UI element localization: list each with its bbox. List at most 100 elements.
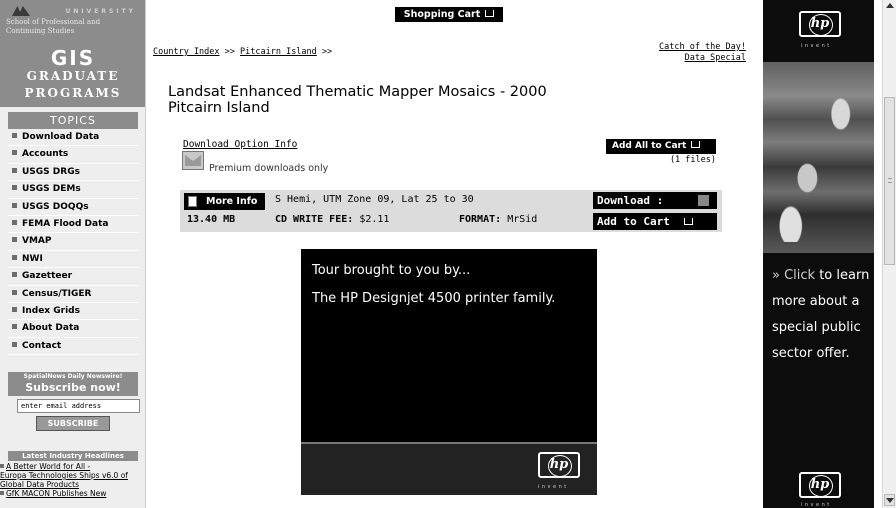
logo-university: UNIVERSITY xyxy=(65,8,136,15)
bullet-icon xyxy=(12,219,17,225)
newswire-heading: SpatialNews Daily Newswire! Subscribe no… xyxy=(8,372,138,396)
catch-of-the-day-link[interactable]: Catch of the Day! xyxy=(659,42,746,53)
bullet-icon xyxy=(12,324,17,330)
hp-logo-text: hp xyxy=(810,16,830,31)
headline-link[interactable]: GfK MACON Publishes New xyxy=(6,489,106,498)
bullet-icon xyxy=(0,491,4,495)
logo-school: School of Professional and Continuing St… xyxy=(6,18,101,35)
format-label: FORMAT: xyxy=(459,214,502,225)
hp-invent-text: invent xyxy=(801,502,832,508)
download-label: Download : xyxy=(597,194,664,207)
item-format: FORMAT: MrSid xyxy=(459,214,537,225)
format-value: MrSid xyxy=(507,214,538,225)
topic-label: Download Data xyxy=(22,132,100,142)
add-all-to-cart-button[interactable]: Add All to Cart xyxy=(606,139,716,154)
topic-usgs-doqqs[interactable]: USGS DOQQs xyxy=(8,199,138,216)
more-info-button[interactable]: More Info xyxy=(184,193,265,210)
topic-label: About Data xyxy=(22,323,80,334)
bullet-icon xyxy=(12,306,17,312)
topic-census-tiger[interactable]: Census/TIGER xyxy=(8,286,138,303)
fee-value: $2.11 xyxy=(359,214,390,225)
ad-line-1: Tour brought to you by... xyxy=(312,263,471,278)
download-button[interactable]: Download : xyxy=(593,192,717,209)
page-title: Landsat Enhanced Thematic Mapper Mosaics… xyxy=(168,84,608,116)
topic-fema-flood-data[interactable]: FEMA Flood Data xyxy=(8,216,138,234)
hp-logo-icon: hp xyxy=(799,11,841,37)
gis-graduate-programs-logo[interactable]: UNIVERSITY School of Professional and Co… xyxy=(0,0,145,107)
aerial-river-photo xyxy=(763,62,874,253)
headline-item: GfK MACON Publishes New xyxy=(0,489,145,498)
grip-icon xyxy=(888,178,892,183)
topic-label: VMAP xyxy=(22,236,52,247)
bullet-icon xyxy=(12,254,17,260)
hp-logo-icon: hp xyxy=(799,472,841,498)
topic-nwi[interactable]: NWI xyxy=(8,251,138,269)
topic-index-grids[interactable]: Index Grids xyxy=(8,303,138,321)
bullet-icon xyxy=(12,133,17,138)
catch-of-the-day: Catch of the Day! Data Special xyxy=(659,42,746,64)
topic-usgs-drgs[interactable]: USGS DRGs xyxy=(8,164,138,182)
topic-about-data[interactable]: About Data xyxy=(8,320,138,338)
topic-usgs-dems[interactable]: USGS DEMs xyxy=(8,181,138,199)
logo-graduate-programs: Graduate Programs xyxy=(0,68,145,102)
hp-side-banner-ad[interactable]: hp invent » Click to learn more about a … xyxy=(763,0,874,508)
breadcrumb-country-index[interactable]: Country Index xyxy=(153,47,220,57)
topics-nav: Download Data Accounts USGS DRGs USGS DE… xyxy=(8,129,138,356)
add-to-cart-label: Add to Cart xyxy=(597,215,670,228)
email-input[interactable] xyxy=(17,399,140,413)
headlines-list: A Better World for All - Europa Technolo… xyxy=(0,462,145,498)
download-option-info-link[interactable]: Download Option Info xyxy=(183,139,297,150)
data-special-link[interactable]: Data Special xyxy=(659,53,746,64)
document-icon xyxy=(188,196,197,207)
subscribe-button[interactable]: SUBSCRIBE xyxy=(36,416,110,431)
breadcrumb-pitcairn-island[interactable]: Pitcairn Island xyxy=(240,47,317,57)
hp-logo-icon: hp xyxy=(538,452,580,478)
files-count: (1 files) xyxy=(669,155,716,165)
topic-label: Gazetteer xyxy=(22,271,73,282)
topic-accounts[interactable]: Accounts xyxy=(8,146,138,164)
scrollbar-thumb[interactable] xyxy=(884,97,895,265)
bullet-icon xyxy=(0,464,4,468)
topic-label: USGS DOQQs xyxy=(22,201,89,212)
premium-downloads-note: Premium downloads only xyxy=(209,163,329,174)
headline-item: A Better World for All - xyxy=(0,462,145,471)
headline-link[interactable]: Europa Technologies Ships v6.0 of Global… xyxy=(0,471,128,489)
ad-logo-band: hp invent xyxy=(301,442,597,495)
download-item-row: More Info S Hemi, UTM Zone 09, Lat 25 to… xyxy=(180,190,722,232)
topic-download-data[interactable]: Download Data xyxy=(8,129,138,147)
vertical-scrollbar[interactable] xyxy=(882,0,896,508)
shopping-cart-button[interactable]: Shopping Cart xyxy=(395,7,503,22)
item-description: S Hemi, UTM Zone 09, Lat 25 to 30 xyxy=(275,194,474,205)
bullet-icon xyxy=(12,341,17,347)
topic-label: NWI xyxy=(22,253,43,264)
bullet-icon xyxy=(12,150,17,156)
topic-gazetteer[interactable]: Gazetteer xyxy=(8,268,138,286)
bullet-icon xyxy=(12,185,17,191)
headline-link[interactable]: A Better World for All - xyxy=(6,462,90,471)
hp-designjet-ad[interactable]: Tour brought to you by... The HP Designj… xyxy=(301,249,597,495)
click-link[interactable]: » Click xyxy=(772,268,815,283)
bullet-icon xyxy=(12,289,17,295)
banner-text: » Click to learn more about a special pu… xyxy=(772,263,872,367)
fee-label: CD WRITE FEE: xyxy=(275,214,354,225)
topic-label: USGS DRGs xyxy=(22,166,80,177)
scroll-down-arrow-icon[interactable] xyxy=(884,494,895,506)
topic-contact[interactable]: Contact xyxy=(8,338,138,356)
topic-vmap[interactable]: VMAP xyxy=(8,233,138,251)
scroll-up-arrow-icon[interactable] xyxy=(886,3,894,8)
hp-logo-text: hp xyxy=(810,477,830,492)
breadcrumb-separator: >> xyxy=(316,47,333,57)
more-info-label: More Info xyxy=(206,196,258,207)
topic-label: Index Grids xyxy=(22,305,80,316)
topic-label: FEMA Flood Data xyxy=(22,218,109,229)
hp-invent-text: invent xyxy=(801,43,832,49)
add-to-cart-button[interactable]: Add to Cart xyxy=(593,213,717,230)
bullet-icon xyxy=(12,237,17,243)
bullet-icon xyxy=(12,272,17,278)
ad-line-2: The HP Designjet 4500 printer family. xyxy=(312,291,556,306)
item-cd-write-fee: CD WRITE FEE: $2.11 xyxy=(275,214,389,225)
topic-label: Census/TIGER xyxy=(22,288,92,299)
topic-label: Accounts xyxy=(22,149,69,160)
checkbox-icon[interactable] xyxy=(698,195,709,206)
topic-label: USGS DEMs xyxy=(22,184,81,195)
